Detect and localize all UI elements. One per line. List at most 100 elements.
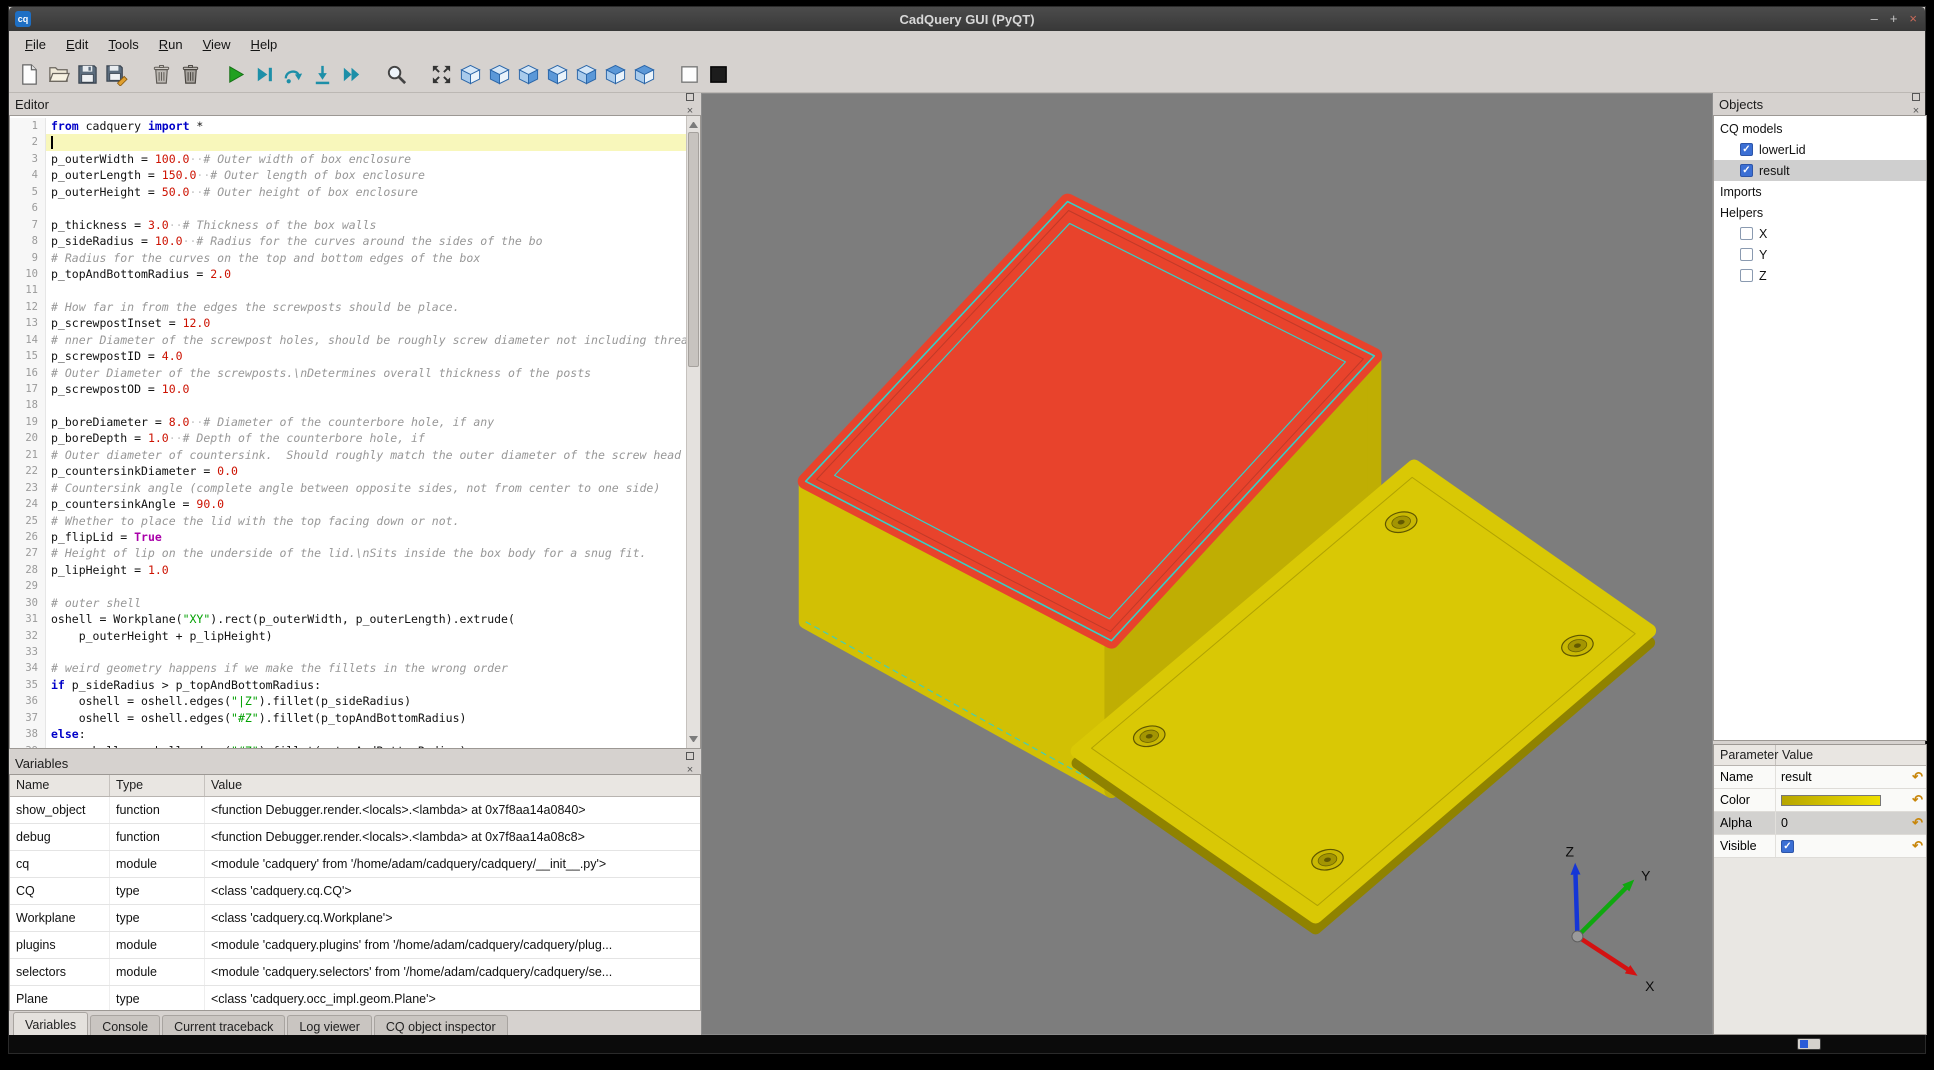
- close-button[interactable]: ×: [1909, 7, 1917, 31]
- param-row-color[interactable]: Color↶: [1714, 789, 1926, 812]
- line-number: 16: [10, 365, 46, 381]
- color-swatch[interactable]: [1781, 795, 1881, 806]
- debug-button[interactable]: [250, 60, 279, 89]
- float-icon[interactable]: [1909, 90, 1923, 104]
- view-top-button[interactable]: [601, 60, 630, 89]
- code-text: # How far in from the edges the screwpos…: [46, 299, 686, 315]
- undo-icon[interactable]: ↶: [1912, 815, 1923, 831]
- tab-current-traceback[interactable]: Current traceback: [162, 1015, 285, 1037]
- table-row[interactable]: pluginsmodule<module 'cadquery.plugins' …: [10, 932, 700, 959]
- code-editor[interactable]: 1from cadquery import *23p_outerWidth = …: [9, 115, 701, 749]
- tree-item-result[interactable]: ✓result: [1714, 160, 1926, 181]
- table-row[interactable]: cqmodule<module 'cadquery' from '/home/a…: [10, 851, 700, 878]
- save-as-button[interactable]: [102, 60, 131, 89]
- menu-item-view[interactable]: View: [193, 33, 241, 56]
- save-button[interactable]: [73, 60, 102, 89]
- table-row[interactable]: debugfunction<function Debugger.render.<…: [10, 824, 700, 851]
- wireframe-button[interactable]: [675, 60, 704, 89]
- view-left-button[interactable]: [543, 60, 572, 89]
- tree-group-cq-models[interactable]: CQ models: [1714, 118, 1926, 139]
- table-row[interactable]: CQtype<class 'cadquery.cq.CQ'>: [10, 878, 700, 905]
- code-token: "XY": [183, 612, 211, 626]
- scene-svg[interactable]: Z Y X: [702, 94, 1712, 1034]
- view-back-button[interactable]: [514, 60, 543, 89]
- column-header-name[interactable]: Name: [10, 775, 110, 796]
- tab-console[interactable]: Console: [90, 1015, 160, 1037]
- title-bar[interactable]: cq CadQuery GUI (PyQT) –+×: [9, 7, 1925, 31]
- line-number: 5: [10, 184, 46, 200]
- param-row-alpha[interactable]: Alpha0↶: [1714, 812, 1926, 835]
- float-icon[interactable]: [683, 90, 697, 104]
- y-axis-label: Y: [1641, 868, 1650, 884]
- shaded-button[interactable]: [704, 60, 733, 89]
- menu-item-help[interactable]: Help: [241, 33, 288, 56]
- open-file-button[interactable]: [44, 60, 73, 89]
- toolbar-group: [221, 60, 366, 89]
- maximize-button[interactable]: +: [1890, 7, 1898, 31]
- checkbox[interactable]: ✓: [1781, 840, 1794, 853]
- checkbox[interactable]: [1740, 269, 1753, 282]
- param-row-visible[interactable]: Visible✓↶: [1714, 835, 1926, 858]
- undo-icon[interactable]: ↶: [1912, 769, 1923, 785]
- undo-icon[interactable]: ↶: [1912, 838, 1923, 854]
- column-header-value[interactable]: Value: [1776, 745, 1819, 765]
- code-line: 16# Outer Diameter of the screwposts.\nD…: [10, 365, 686, 381]
- menu-item-run[interactable]: Run: [149, 33, 193, 56]
- editor-scrollbar[interactable]: [686, 116, 700, 748]
- fit-view-button[interactable]: [427, 60, 456, 89]
- undo-icon[interactable]: ↶: [1912, 792, 1923, 808]
- tree-group-imports[interactable]: Imports: [1714, 181, 1926, 202]
- menu-item-tools[interactable]: Tools: [98, 33, 148, 56]
- scroll-up-icon[interactable]: [689, 119, 698, 128]
- view-front-button[interactable]: [485, 60, 514, 89]
- menu-item-edit[interactable]: Edit: [56, 33, 98, 56]
- new-file-button[interactable]: [15, 60, 44, 89]
- param-value: result↶: [1776, 769, 1926, 785]
- tree-item-z[interactable]: Z: [1714, 265, 1926, 286]
- tree-group-helpers[interactable]: Helpers: [1714, 202, 1926, 223]
- table-row[interactable]: show_objectfunction<function Debugger.re…: [10, 797, 700, 824]
- float-icon[interactable]: [683, 749, 697, 763]
- viewport-3d[interactable]: Z Y X: [701, 93, 1713, 1035]
- checkbox[interactable]: [1740, 227, 1753, 240]
- scrollbar-thumb[interactable]: [688, 132, 699, 367]
- param-name: Name: [1714, 766, 1776, 788]
- checkbox[interactable]: ✓: [1740, 164, 1753, 177]
- table-row[interactable]: selectorsmodule<module 'cadquery.selecto…: [10, 959, 700, 986]
- tab-variables[interactable]: Variables: [13, 1012, 88, 1037]
- column-header-type[interactable]: Type: [110, 775, 205, 796]
- step-over-button[interactable]: [279, 60, 308, 89]
- tab-cq-object-inspector[interactable]: CQ object inspector: [374, 1015, 508, 1037]
- menu-item-file[interactable]: File: [15, 33, 56, 56]
- code-token: p_screwpostInset =: [51, 316, 183, 330]
- checkbox[interactable]: ✓: [1740, 143, 1753, 156]
- clear-button[interactable]: [147, 60, 176, 89]
- cell-name: CQ: [10, 878, 110, 904]
- step-into-button[interactable]: [308, 60, 337, 89]
- column-header-parameter[interactable]: Parameter: [1714, 745, 1776, 765]
- tree-item-x[interactable]: X: [1714, 223, 1926, 244]
- cell-type: module: [110, 932, 205, 958]
- param-row-name[interactable]: Nameresult↶: [1714, 766, 1926, 789]
- tree-item-lowerlid[interactable]: ✓lowerLid: [1714, 139, 1926, 160]
- tree-item-y[interactable]: Y: [1714, 244, 1926, 265]
- cell-type: type: [110, 986, 205, 1011]
- editor-panel-title: Editor: [15, 97, 49, 112]
- continue-button[interactable]: [337, 60, 366, 89]
- minimize-button[interactable]: –: [1871, 7, 1878, 31]
- code-line: 13p_screwpostInset = 12.0: [10, 315, 686, 331]
- delete-button[interactable]: [176, 60, 205, 89]
- run-button[interactable]: [221, 60, 250, 89]
- checkbox[interactable]: [1740, 248, 1753, 261]
- zoom-button[interactable]: [382, 60, 411, 89]
- table-row[interactable]: Planetype<class 'cadquery.occ_impl.geom.…: [10, 986, 700, 1011]
- view-bottom-button[interactable]: [630, 60, 659, 89]
- view-right-button[interactable]: [572, 60, 601, 89]
- code-text: # weird geometry happens if we make the …: [46, 660, 686, 676]
- view-axonometric-button[interactable]: [456, 60, 485, 89]
- scroll-down-icon[interactable]: [689, 736, 698, 745]
- code-token: ).rect(p_outerWidth, p_outerLength).extr…: [210, 612, 515, 626]
- tab-log-viewer[interactable]: Log viewer: [287, 1015, 371, 1037]
- column-header-value[interactable]: Value: [205, 775, 700, 796]
- table-row[interactable]: Workplanetype<class 'cadquery.cq.Workpla…: [10, 905, 700, 932]
